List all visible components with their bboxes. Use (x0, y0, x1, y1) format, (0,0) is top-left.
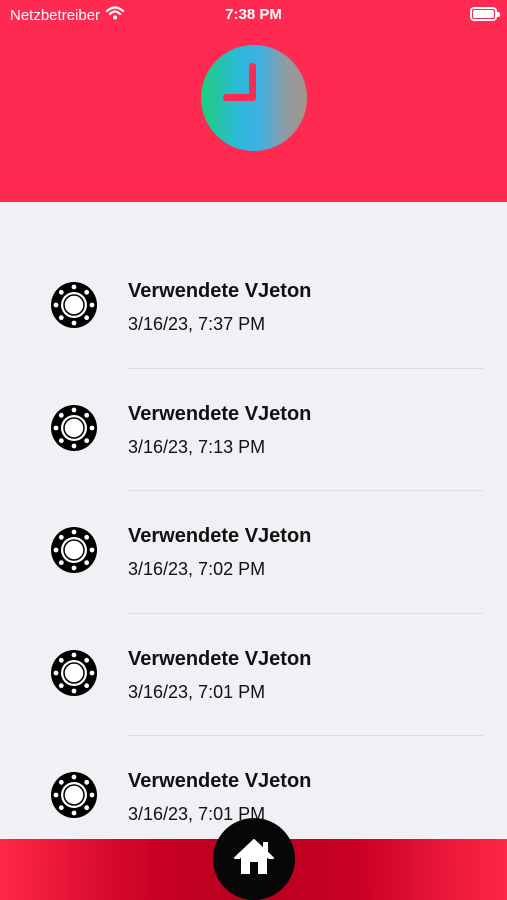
item-date: 3/16/23, 7:01 PM (128, 681, 266, 702)
list-item[interactable]: Verwendete VJeton 3/16/23, 7:37 PM (0, 246, 507, 369)
status-bar: Netzbetreiber 7:38 PM (0, 0, 507, 28)
clock-icon (201, 45, 307, 151)
list-item[interactable]: Verwendete VJeton 3/16/23, 7:13 PM (0, 369, 507, 491)
item-title: Verwendete VJeton (128, 647, 312, 670)
battery-icon (470, 7, 500, 21)
token-icon (49, 770, 99, 820)
item-title: Verwendete VJeton (128, 525, 312, 547)
list-item[interactable]: Verwendete VJeton 3/16/23, 7:01 PM (0, 614, 507, 736)
token-icon (49, 280, 99, 330)
clock-hour-hand (223, 94, 256, 101)
home-icon (232, 837, 276, 882)
home-button[interactable] (213, 818, 295, 900)
token-icon (49, 403, 99, 453)
status-time: 7:38 PM (225, 6, 282, 23)
token-icon (49, 525, 99, 575)
item-date: 3/16/23, 7:02 PM (128, 559, 266, 579)
item-date: 3/16/23, 7:13 PM (128, 436, 266, 457)
token-icon (49, 648, 99, 698)
history-list: Verwendete VJeton 3/16/23, 7:37 PM Verwe… (0, 246, 507, 859)
item-title: Verwendete VJeton (128, 770, 312, 792)
item-title: Verwendete VJeton (128, 402, 312, 425)
item-title: Verwendete VJeton (128, 280, 312, 302)
header: Netzbetreiber 7:38 PM (0, 0, 507, 202)
list-item[interactable]: Verwendete VJeton 3/16/23, 7:02 PM (0, 491, 507, 614)
item-date: 3/16/23, 7:37 PM (128, 314, 266, 334)
